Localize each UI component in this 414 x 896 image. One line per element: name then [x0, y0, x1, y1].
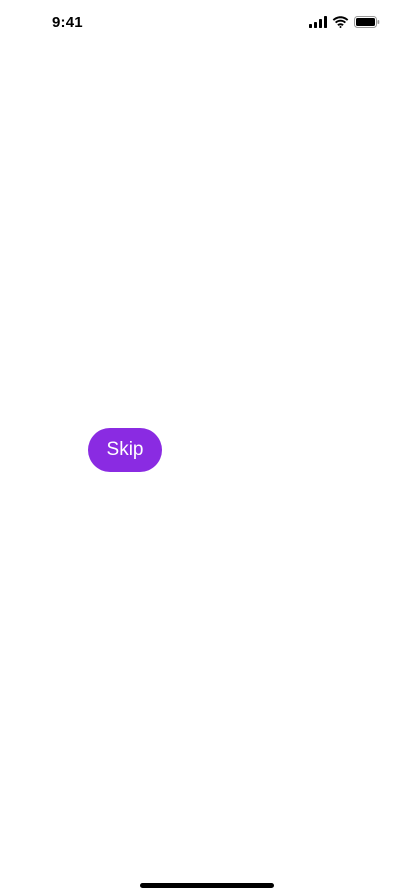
- home-indicator[interactable]: [140, 883, 274, 888]
- status-time: 9:41: [52, 14, 83, 31]
- wifi-icon: [332, 16, 349, 28]
- status-icons: [309, 16, 380, 28]
- onboarding-screen: 9:41 Skip: [0, 0, 414, 896]
- cellular-signal-icon: [309, 16, 327, 28]
- skip-button[interactable]: Skip: [88, 428, 162, 472]
- battery-icon: [354, 16, 380, 28]
- status-bar: 9:41: [0, 0, 414, 44]
